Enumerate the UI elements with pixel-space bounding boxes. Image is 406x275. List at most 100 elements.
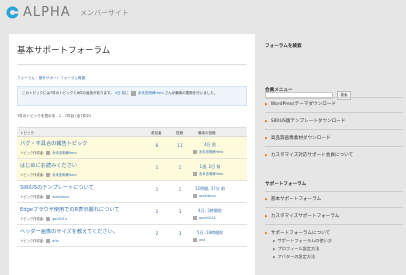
topic-title-link[interactable]: Edgeブラウザ使用でのR表示崩れについて <box>20 207 120 214</box>
freshness-link[interactable]: 4日 前 <box>177 142 243 148</box>
header-posts: 投稿 <box>176 131 183 135</box>
avatar <box>193 150 197 154</box>
page-title: 基本サポートフォーラム <box>17 46 111 56</box>
sidebar-link-label: WordPressテーマダウンロード <box>270 102 337 107</box>
topic-title-link[interactable]: バグ・不具合の報告トピック <box>20 141 87 148</box>
meta-label: トピック作成者: <box>20 195 45 199</box>
title-divider <box>17 64 247 65</box>
voice-count: 2 <box>155 210 159 215</box>
topic-title-link[interactable]: SIRIUSのテンプレートについて <box>20 185 94 192</box>
sidebar-item-image-download[interactable]: ▶ 高品質画像素材ダウンロード <box>265 135 331 142</box>
search-button[interactable]: 検索 <box>337 91 351 100</box>
section-divider <box>265 112 403 113</box>
topic-meta: トピック作成者: 永未忠明様Hero <box>20 173 77 178</box>
table-row: はじめにお読みください トピック作成者: 永未忠明様Hero 1 1 1週, 2日… <box>17 159 247 181</box>
freshness-link[interactable]: 5日, 18時間前 <box>177 230 243 236</box>
topics-table: トピック 参加者 投稿 最後の投稿 バグ・不具合の報告トピック トピック作成者:… <box>17 127 247 247</box>
arrow-icon: ▶ <box>265 197 268 201</box>
header-topic: トピック <box>20 131 34 135</box>
sidebar-link-label: カスタマイズ対応サポート会員について <box>270 153 354 158</box>
sidebar-subitem-avatar-settings[interactable]: ▶ アバターの設定方法 <box>273 254 315 260</box>
last-user: 永未忠明様Hero <box>193 150 223 155</box>
sidebar-subitem-how-to-use[interactable]: ▶ サポートフォーラムの使い方 <box>273 238 332 244</box>
topic-title-link[interactable]: はじめにお読みください <box>20 163 77 170</box>
topic-meta: トピック作成者: gouS014 <box>20 217 67 222</box>
last-user-link[interactable]: aria <box>199 238 205 242</box>
alpha-logo-icon[interactable] <box>6 6 19 19</box>
last-user-link[interactable]: gouhii014 <box>199 216 215 220</box>
author-link[interactable]: gouS014 <box>52 217 67 221</box>
sidebar-item-sirius-download[interactable]: ▶ SIRIUS版テンプレートダウンロード <box>265 118 345 125</box>
arrow-icon: ▶ <box>265 231 268 235</box>
voice-count: 6 <box>155 144 159 149</box>
arrow-icon: ▶ <box>265 136 268 140</box>
last-user-link[interactable]: 永未忠明様Hero <box>199 172 223 176</box>
section-divider <box>265 207 403 208</box>
breadcrumb[interactable]: フォーラム › 基本サポートフォーラム概要 <box>17 76 85 81</box>
sidebar-link-label: 高品質画像素材ダウンロード <box>270 136 331 141</box>
avatar <box>193 172 197 176</box>
sidebar-subitem-profile-settings[interactable]: ▶ プロフィール設定方法 <box>273 246 319 252</box>
forum-heading: サポートフォーラム <box>265 182 307 187</box>
sidebar-item-basic-forum[interactable]: ▶ 基本サポートフォーラム <box>265 196 321 203</box>
notice-prefix: このトピックには7件のトピックと8件の返信があります。 <box>22 91 114 95</box>
topic-title-link[interactable]: ヘッダー画像のサイズを教えてください。 <box>20 229 118 236</box>
logo-text[interactable]: ALPHA <box>23 5 71 20</box>
sidebar-link-label: サポートフォーラムについて <box>270 231 331 236</box>
sidebar-item-wordpress-download[interactable]: ▶ WordPressテーマダウンロード <box>265 101 336 108</box>
notice-suffix: さんが最後の更新を行いました。 <box>164 91 218 95</box>
main-content: 基本サポートフォーラム フォーラム › 基本サポートフォーラム概要 このトピック… <box>9 34 255 275</box>
notice-time-link[interactable]: 4日 前 <box>115 91 125 95</box>
sidebar-link-label: カスタマイズサポートフォーラム <box>270 214 340 219</box>
table-row: Edgeブラウザ使用でのR表示崩れについて トピック作成者: gouS014 2 … <box>17 203 247 225</box>
table-row: バグ・不具合の報告トピック トピック作成者: 永未忠明様Hero 6 11 4日 … <box>17 137 247 159</box>
freshness-link[interactable]: 4日, 3時間前 <box>177 208 243 214</box>
last-user-link[interactable]: asahikono <box>199 194 216 198</box>
voice-count: 1 <box>155 166 159 171</box>
author-link[interactable]: aria <box>52 239 58 243</box>
avatar <box>46 217 51 221</box>
last-user-link[interactable]: 永未忠明様Hero <box>199 150 223 154</box>
sidebar-item-customize-membership[interactable]: ▶ カスタマイズ対応サポート会員について <box>265 152 353 159</box>
meta-label: トピック作成者: <box>20 173 45 177</box>
avatar <box>46 195 51 199</box>
section-divider <box>265 224 403 225</box>
avatar <box>46 239 51 243</box>
section-divider <box>265 129 403 130</box>
search-heading: フォーラムを検索 <box>265 44 302 49</box>
freshness-link[interactable]: 12時間, 37分 前 <box>177 186 243 192</box>
avatar <box>130 90 136 96</box>
members-heading: 会員メニュー <box>265 88 293 93</box>
arrow-icon: ▶ <box>273 247 276 251</box>
voice-count: 2 <box>155 232 159 237</box>
author-link[interactable]: asahikono <box>52 195 69 199</box>
section-divider <box>265 191 403 192</box>
table-header: トピック 参加者 投稿 最後の投稿 <box>17 127 247 137</box>
meta-label: トピック作成者: <box>20 217 45 221</box>
header-voices: 参加者 <box>151 131 162 135</box>
sidebar-item-customize-forum[interactable]: ▶ カスタマイズサポートフォーラム <box>265 213 339 220</box>
site-subtitle: メンバーサイト <box>80 9 129 17</box>
notice-user-link[interactable]: 永未忠明様Hero <box>138 91 164 95</box>
author-link[interactable]: 永未忠明様Hero <box>52 151 76 155</box>
sidebar-link-label: 基本サポートフォーラム <box>270 197 322 202</box>
avatar <box>46 151 51 155</box>
notice-text: このトピックには7件のトピックと8件の返信があります。 4日 前に 永未忠明様H… <box>22 90 244 96</box>
last-user: gouhii014 <box>193 216 215 221</box>
header-freshness: 最後の投稿 <box>198 131 216 135</box>
table-row: SIRIUSのテンプレートについて トピック作成者: asahikono 1 1 … <box>17 181 247 203</box>
table-row: ヘッダー画像のサイズを教えてください。 トピック作成者: aria 2 3 5日,… <box>17 225 247 247</box>
author-link[interactable]: 永未忠明様Hero <box>52 173 76 177</box>
voice-count: 1 <box>155 188 159 193</box>
topic-meta: トピック作成者: aria <box>20 239 59 244</box>
last-user: 永未忠明様Hero <box>193 172 223 177</box>
sidebar-item-about-forum[interactable]: ▶ サポートフォーラムについて <box>265 230 330 237</box>
meta-label: トピック作成者: <box>20 151 45 155</box>
sidebar-sublink-label: アバターの設定方法 <box>277 254 316 259</box>
topic-meta: トピック作成者: 永未忠明様Hero <box>20 151 77 156</box>
site-header: ALPHA メンバーサイト <box>0 0 406 30</box>
forum-notice: このトピックには7件のトピックと8件の返信があります。 4日 前に 永未忠明様H… <box>17 86 247 106</box>
section-divider <box>265 97 403 98</box>
last-user: asahikono <box>193 194 216 199</box>
freshness-link[interactable]: 1週, 2日 前 <box>177 164 243 170</box>
